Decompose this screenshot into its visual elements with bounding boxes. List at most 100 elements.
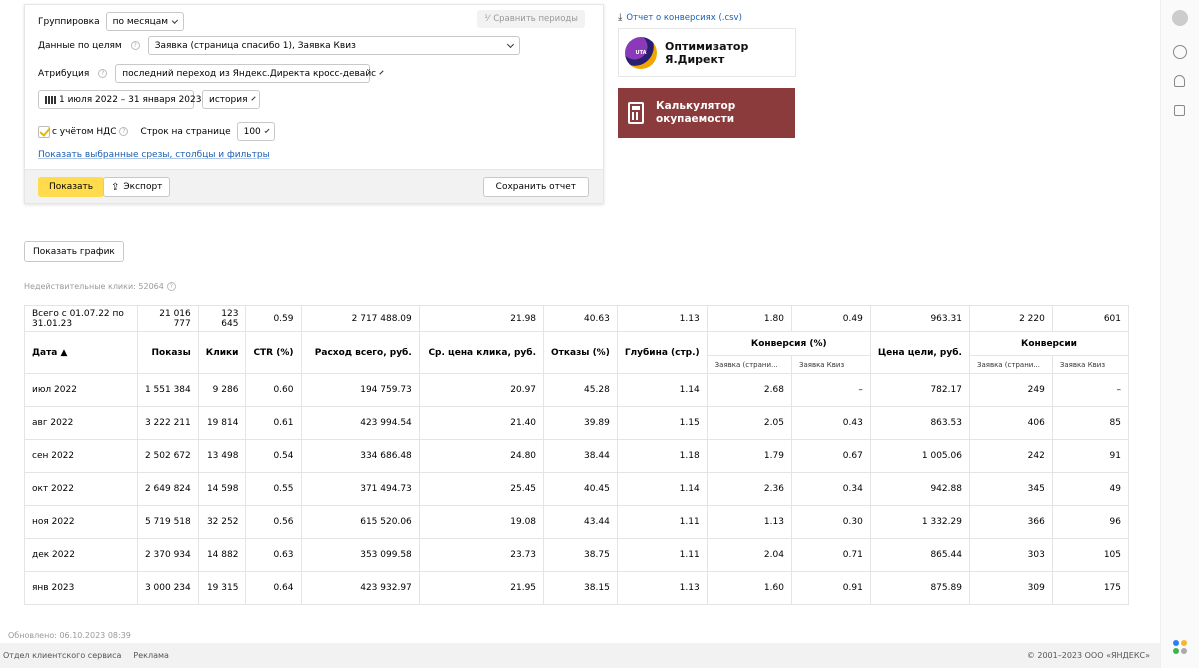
table-cell: 2.36 (706, 472, 792, 506)
table-cell: 1.13 (616, 571, 708, 605)
help-icon[interactable]: ? (166, 282, 176, 291)
table-cell: 406 (968, 406, 1053, 440)
subheader-goal-thanks[interactable]: Заявка (страни... (706, 355, 792, 374)
table-cell: 40.45 (543, 472, 618, 506)
date-range-value: 1 июля 2022 – 31 января 2023 (59, 94, 202, 105)
column-header-clicks[interactable]: Клики (197, 331, 247, 374)
column-header-cost[interactable]: Расход всего, руб. (300, 331, 420, 374)
apps-icon[interactable] (1173, 640, 1187, 654)
chevron-down-icon (506, 40, 514, 48)
table-cell: 14 882 (197, 538, 247, 572)
row-date: окт 2022 (24, 472, 138, 506)
ads-link[interactable]: Реклама (133, 651, 169, 660)
table-cell: 21.40 (418, 406, 545, 440)
goals-row: Данные по целям ? Заявка (страница спаси… (38, 36, 520, 55)
table-cell: 0.34 (790, 472, 871, 506)
table-row: ноя 2022 5 719 518 32 252 0.56 615 520.06 19.… (24, 505, 1130, 539)
totals-cell: 2 220 (968, 305, 1053, 332)
totals-cell: 1.80 (706, 305, 792, 332)
subheader-goal-thanks[interactable]: Заявка (страни... (968, 355, 1053, 374)
vat-row: с учётом НДС ? Строк на странице 100 (38, 122, 275, 141)
support-link[interactable]: Отдел клиентского сервиса (3, 651, 121, 660)
column-header-avg-cpc[interactable]: Ср. цена клика, руб. (418, 331, 545, 374)
optimizer-banner[interactable]: UTA Оптимизатор Я.Директ (618, 28, 796, 77)
table-cell: 23.73 (418, 538, 545, 572)
table-cell: 49 (1051, 472, 1130, 506)
column-header-ctr[interactable]: CTR (%) (245, 331, 302, 374)
chevron-down-icon (250, 95, 256, 101)
table-cell: 105 (1051, 538, 1130, 572)
history-value: история (209, 94, 248, 105)
table-cell: 345 (968, 472, 1053, 506)
panel-footer: Показать ⇪ Экспорт Сохранить отчет (25, 169, 603, 203)
totals-cell: 601 (1051, 305, 1130, 332)
copyright: © 2001–2023 ООО «ЯНДЕКС» (1026, 651, 1150, 660)
grouping-select[interactable]: по месяцам (105, 12, 184, 31)
column-header-depth[interactable]: Глубина (стр.) (616, 331, 708, 374)
updated-timestamp: Обновлено: 06.10.2023 08:39 (8, 631, 131, 640)
table-cell: 2 502 672 (136, 439, 199, 473)
roi-calculator-banner[interactable]: Калькулятор окупаемости (618, 88, 795, 138)
column-header-impressions[interactable]: Показы (136, 331, 199, 374)
goals-select[interactable]: Заявка (страница спасибо 1), Заявка Квиз (147, 36, 520, 55)
table-cell: 14 598 (197, 472, 247, 506)
column-header-conversion-rate[interactable]: Конверсия (%) (706, 331, 871, 356)
show-chart-button[interactable]: Показать график (24, 241, 124, 262)
table-cell: 2 649 824 (136, 472, 199, 506)
optimizer-line1: Оптимизатор (665, 39, 749, 53)
table-cell: 39.89 (543, 406, 618, 440)
table-cell: 371 494.73 (300, 472, 420, 506)
history-select[interactable]: история (202, 90, 260, 109)
subheader-goal-quiz[interactable]: Заявка Квиз (1051, 355, 1130, 374)
user-avatar-icon[interactable] (1172, 10, 1188, 26)
table-cell: 0.71 (790, 538, 871, 572)
calculator-icon (628, 102, 644, 124)
column-header-bounce[interactable]: Отказы (%) (543, 331, 618, 374)
column-header-date[interactable]: Дата ▲ (24, 331, 138, 374)
show-slices-link[interactable]: Показать выбранные срезы, столбцы и филь… (38, 150, 270, 160)
goals-label: Данные по целям (38, 40, 122, 51)
table-cell: 0.56 (245, 505, 302, 539)
chat-icon[interactable] (1173, 45, 1187, 59)
table-cell: 1.14 (616, 472, 708, 506)
export-button[interactable]: ⇪ Экспорт (103, 177, 171, 197)
column-header-goal-cost[interactable]: Цена цели, руб. (869, 331, 970, 374)
table-cell: 20.97 (418, 373, 545, 407)
totals-label: Всего с 01.07.22 по 31.01.23 (24, 305, 138, 332)
table-cell: 194 759.73 (300, 373, 420, 407)
attribution-label: Атрибуция (38, 68, 90, 79)
vat-checkbox[interactable] (38, 125, 50, 138)
table-cell: 334 686.48 (300, 439, 420, 473)
thumbs-up-icon[interactable] (1174, 105, 1185, 116)
footer: Отдел клиентского сервиса Реклама © 2001… (0, 643, 1160, 668)
table-cell: 0.30 (790, 505, 871, 539)
grouping-label: Группировка (38, 16, 100, 27)
rows-per-page-select[interactable]: 100 (236, 122, 275, 141)
row-date: дек 2022 (24, 538, 138, 572)
calc-line1: Калькулятор (656, 100, 736, 112)
compare-periods-button[interactable]: ⅟ Сравнить периоды (477, 10, 585, 28)
row-date: ноя 2022 (24, 505, 138, 539)
chevron-down-icon (171, 16, 178, 24)
table-cell: 423 932.97 (300, 571, 420, 605)
help-icon[interactable]: ? (119, 127, 129, 136)
bell-icon[interactable] (1174, 75, 1185, 87)
column-header-conversions[interactable]: Конверсии (968, 331, 1130, 356)
table-cell: 0.55 (245, 472, 302, 506)
save-report-button[interactable]: Сохранить отчет (482, 177, 589, 197)
conversions-csv-link[interactable]: ⤓ Отчет о конверсиях (.csv) (618, 12, 742, 23)
help-icon[interactable]: ? (130, 41, 140, 50)
table-row: окт 2022 2 649 824 14 598 0.55 371 494.73 25.… (24, 472, 1130, 506)
table-cell: 1 551 384 (136, 373, 199, 407)
export-label: Экспорт (123, 182, 163, 192)
attribution-select[interactable]: последний переход из Яндекс.Директа крос… (115, 64, 384, 83)
table-cell: – (790, 373, 871, 407)
table-cell: 2 370 934 (136, 538, 199, 572)
show-button[interactable]: Показать (38, 177, 105, 197)
table-cell: 242 (968, 439, 1053, 473)
subheader-goal-quiz[interactable]: Заявка Квиз (790, 355, 871, 374)
table-cell: 21.95 (418, 571, 545, 605)
table-cell: 865.44 (869, 538, 970, 572)
date-range-picker[interactable]: 1 июля 2022 – 31 января 2023 (38, 90, 202, 109)
help-icon[interactable]: ? (98, 69, 108, 78)
